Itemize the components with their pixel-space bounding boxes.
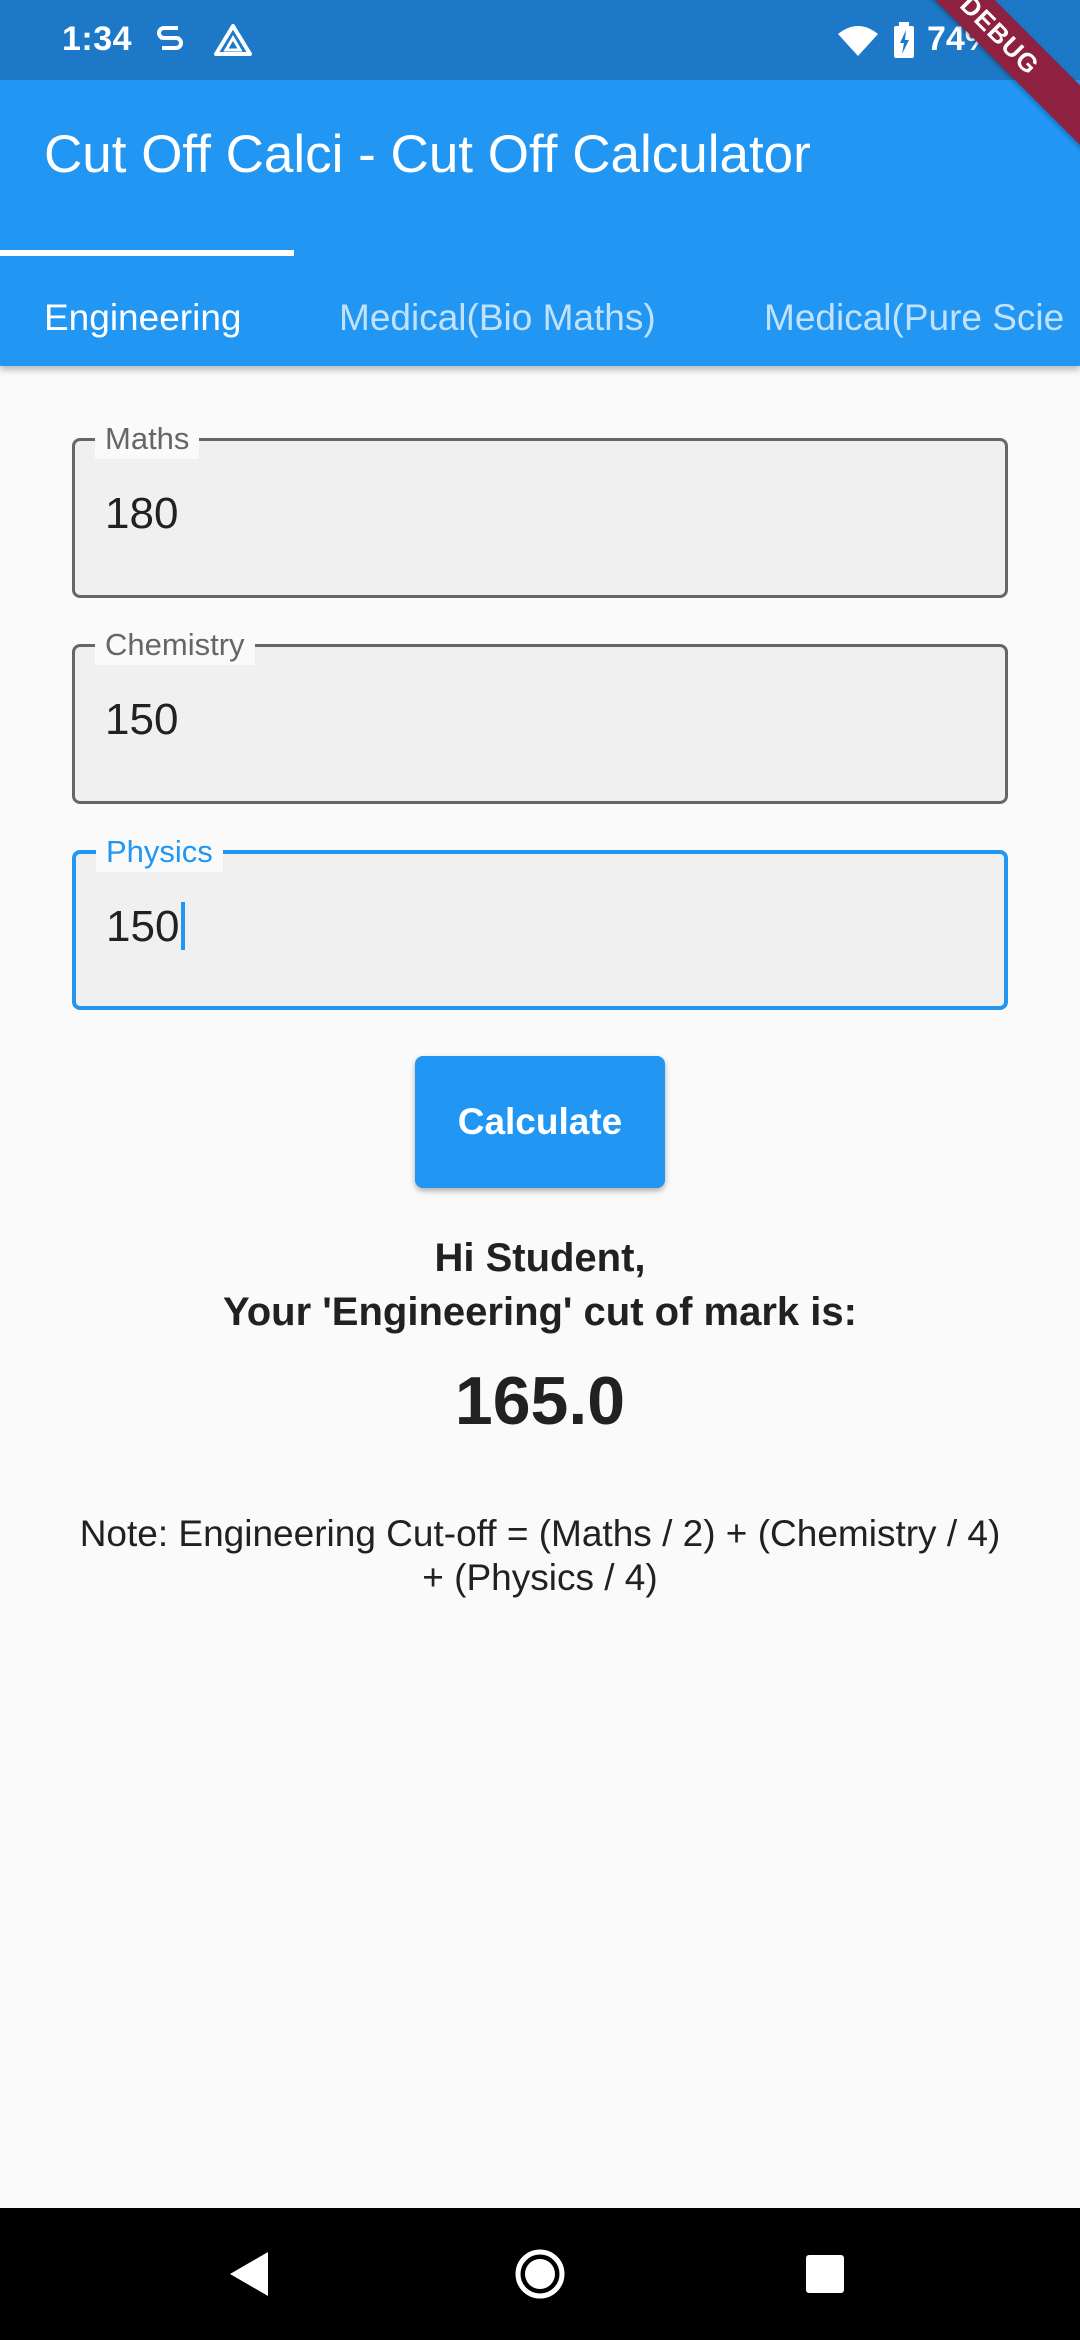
chemistry-field-value[interactable]: 150 — [105, 695, 178, 745]
physics-field-value[interactable]: 150 — [106, 902, 179, 951]
tab-bar: Engineering Medical(Bio Maths) Medical(P… — [0, 270, 1080, 366]
maths-field[interactable]: Maths 180 — [72, 419, 1008, 598]
result-value: 165.0 — [454, 1363, 626, 1439]
physics-field[interactable]: Physics 150 — [72, 832, 1008, 1010]
calculate-button[interactable]: Calculate — [415, 1056, 665, 1188]
physics-field-value-wrap[interactable]: 150 — [106, 902, 186, 952]
battery-charging-icon — [892, 18, 918, 62]
chemistry-field[interactable]: Chemistry 150 — [72, 625, 1008, 804]
wifi-icon — [836, 18, 880, 62]
result-greeting: Hi Student, — [434, 1236, 646, 1280]
recents-icon[interactable] — [765, 2208, 885, 2340]
maths-field-label: Maths — [95, 419, 200, 459]
tab-indicator — [0, 250, 294, 256]
tab-medical-bio-maths[interactable]: Medical(Bio Maths) — [339, 270, 656, 366]
tab-engineering[interactable]: Engineering — [44, 270, 241, 366]
result-label: Your 'Engineering' cut of mark is: — [223, 1290, 857, 1334]
drive-icon — [212, 18, 252, 62]
physics-field-label: Physics — [96, 832, 223, 872]
system-nav-bar — [0, 2208, 1080, 2340]
sim-s-icon — [152, 18, 192, 62]
maths-field-value[interactable]: 180 — [105, 489, 178, 539]
app-title: Cut Off Calci - Cut Off Calculator — [44, 125, 811, 184]
formula-note: Note: Engineering Cut-off = (Maths / 2) … — [79, 1513, 1001, 1598]
status-bar: 1:34 74% — [0, 0, 1080, 80]
home-icon[interactable] — [480, 2208, 600, 2340]
text-cursor — [181, 902, 186, 951]
status-time: 1:34 — [62, 20, 133, 58]
back-icon[interactable] — [190, 2208, 310, 2340]
tab-medical-pure-science[interactable]: Medical(Pure Scie — [764, 270, 1064, 366]
app-bar: Cut Off Calci - Cut Off Calculator Engin… — [0, 80, 1080, 366]
chemistry-field-label: Chemistry — [95, 625, 255, 665]
